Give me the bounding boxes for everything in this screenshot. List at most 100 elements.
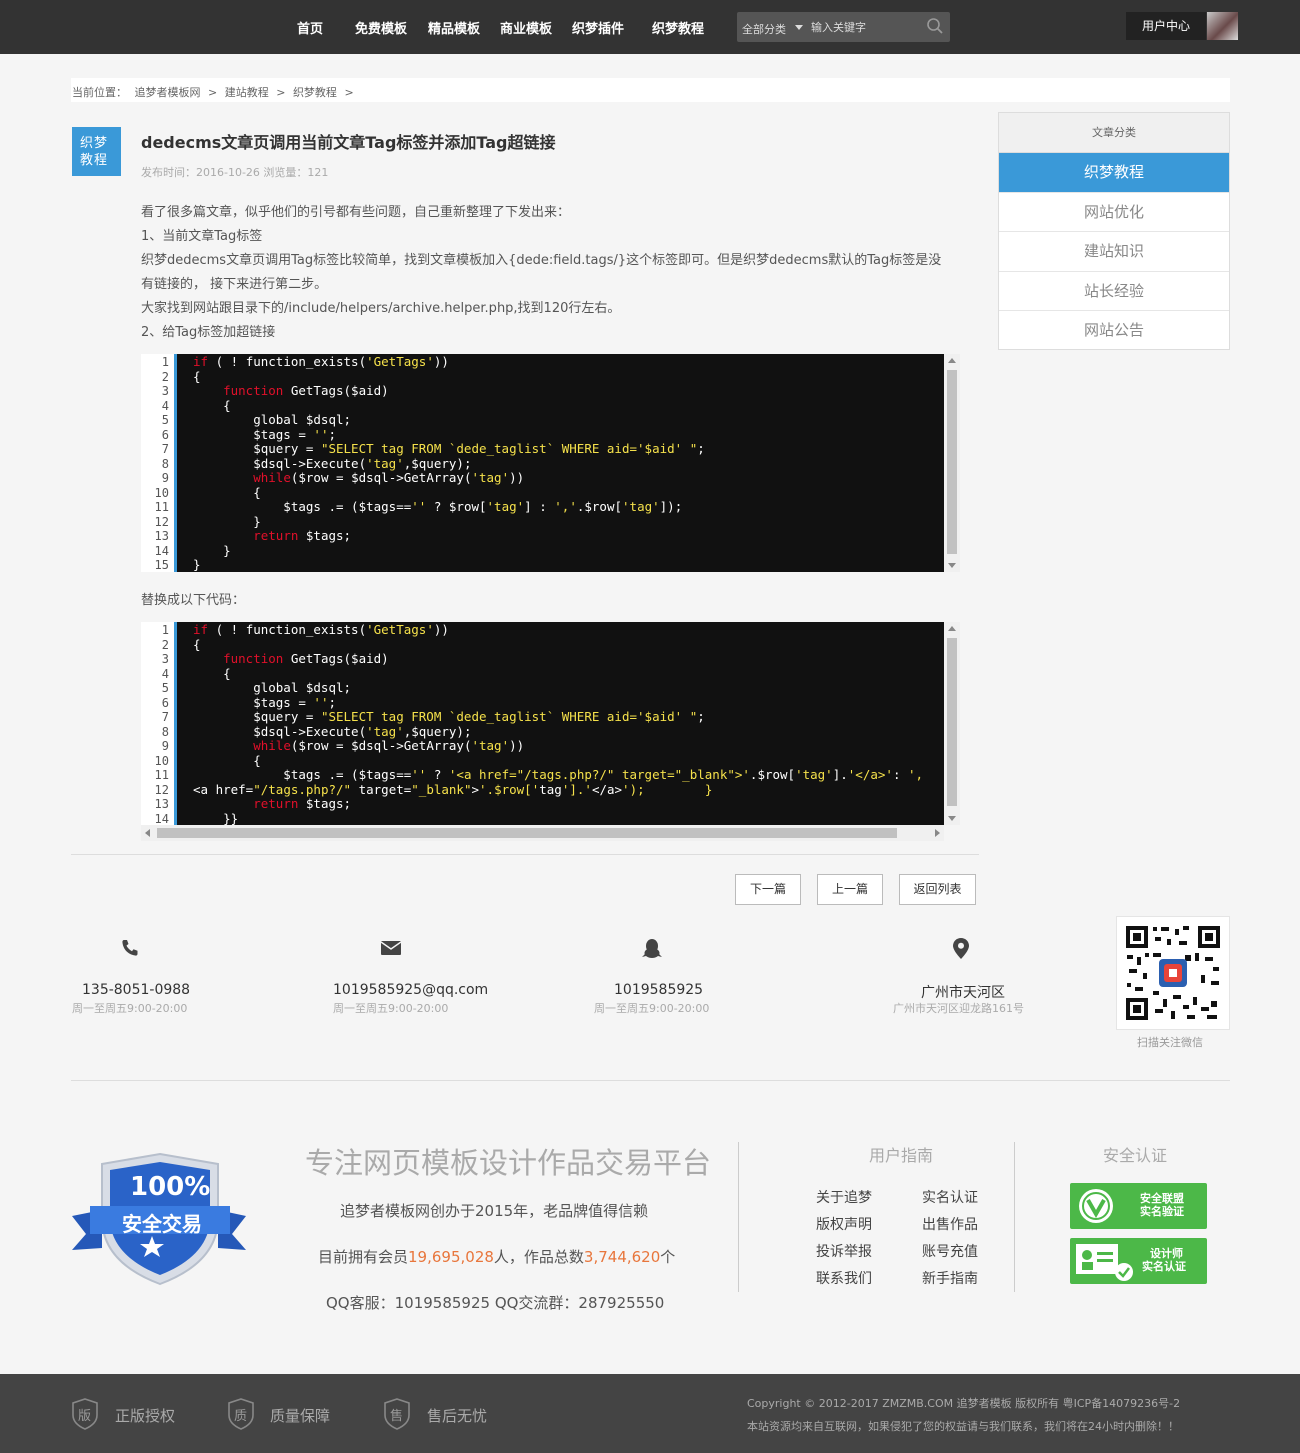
nav-tutorials[interactable]: 织梦教程 [652,18,704,37]
line-number: 9 [161,739,169,753]
line-number: 4 [161,398,169,413]
scroll-down-icon[interactable] [948,816,956,821]
breadcrumb-tutorials[interactable]: 建站教程 [225,86,269,99]
line-number: 12 [154,514,169,529]
quality-guarantee-icon: 质 [228,1398,254,1434]
nav-free-templates[interactable]: 免费模板 [355,18,407,37]
prev-article-button[interactable]: 上一篇 [817,874,883,905]
line-number: 15 [154,558,169,572]
code-line: $tags .= ($tags=='' ? '<a href="/tags.ph… [193,767,924,782]
sidebar-item-webmaster-experience[interactable]: 站长经验 [999,272,1229,311]
link-recharge[interactable]: 账号充值 [922,1241,978,1261]
next-article-button[interactable]: 下一篇 [735,874,801,905]
category-badge: 织梦 教程 [72,127,121,176]
code-line: global $dsql; [193,680,352,695]
article-paragraph: 1、当前文章Tag标签 [141,229,263,244]
search-category-select[interactable]: 全部分类 [742,21,786,37]
breadcrumb-home[interactable]: 追梦者模板网 [135,86,201,99]
copyright-text: Copyright © 2012-2017 ZMZMB.COM 追梦者模板 版权… [747,1397,1181,1410]
scroll-up-icon[interactable] [948,626,956,631]
scrollbar-thumb[interactable] [947,370,957,554]
line-number: 4 [161,666,169,681]
stats-text: 个 [660,1248,676,1266]
sidebar-item-seo[interactable]: 网站优化 [999,193,1229,232]
scroll-left-icon[interactable] [145,829,151,837]
code-line: return $tags; [253,528,352,543]
line-number: 5 [161,413,169,427]
user-guide-title: 用户指南 [869,1146,934,1165]
member-count: 19,695,028 [408,1248,494,1266]
link-about[interactable]: 关于追梦 [816,1187,872,1207]
scrollbar-thumb[interactable] [157,828,897,838]
link-copyright[interactable]: 版权声明 [816,1214,872,1234]
line-number: 9 [161,471,169,485]
line-number: 2 [161,637,169,652]
scroll-down-icon[interactable] [948,563,956,568]
article-paragraph: 有链接的， 接下来进行第二步。 [141,277,328,292]
nav-plugins[interactable]: 织梦插件 [572,18,624,37]
badge-percent: 100% [130,1172,211,1202]
security-alliance-badge[interactable]: 安全联盟 实名验证 [1070,1183,1207,1229]
search-icon[interactable] [926,17,944,39]
id-card-icon [1076,1244,1133,1281]
code-line: function GetTags($aid) [223,383,389,398]
line-number: 2 [161,369,169,384]
code-line: { [193,484,261,500]
horizontal-scrollbar[interactable] [141,825,944,841]
code-line: $tags = ''; [193,694,337,710]
breadcrumb-separator: > [276,86,286,99]
vertical-scrollbar[interactable] [944,622,960,825]
avatar[interactable] [1207,12,1238,40]
scroll-right-icon[interactable] [934,829,940,837]
line-number: 7 [161,442,169,456]
link-newbie[interactable]: 新手指南 [922,1268,978,1288]
back-to-list-button[interactable]: 返回列表 [899,874,976,905]
divider [71,1080,1230,1081]
line-number: 5 [161,681,169,695]
sidebar-item-site-knowledge[interactable]: 建站知识 [999,232,1229,272]
genuine-license-icon: 版 [72,1398,98,1434]
line-number: 12 [154,782,169,797]
nav-home[interactable]: 首页 [297,18,323,37]
scroll-up-icon[interactable] [948,358,956,363]
line-number: 11 [154,500,169,514]
breadcrumb-dede-tutorials[interactable]: 织梦教程 [293,86,337,99]
link-sell[interactable]: 出售作品 [922,1214,978,1234]
code-line: { [193,397,231,413]
search-bar: 全部分类 [737,12,950,42]
line-number: 8 [161,456,169,471]
code-line: } [193,513,261,529]
user-center-button[interactable]: 用户中心 [1126,12,1206,40]
code-line: { [193,752,261,768]
replace-code-text: 替换成以下代码： [141,593,246,608]
code-line: $query = "SELECT tag FROM `dede_taglist`… [193,709,705,724]
sidebar-item-announcements[interactable]: 网站公告 [999,311,1229,351]
scrollbar-thumb[interactable] [947,638,957,806]
nav-commercial-templates[interactable]: 商业模板 [500,18,552,37]
sidebar-title: 文章分类 [999,113,1229,153]
nav-premium-templates[interactable]: 精品模板 [428,18,480,37]
link-realname[interactable]: 实名认证 [922,1187,978,1207]
line-number-gutter: 1 2 3 4 5 6 7 8 9 10 11 12 13 14 [141,622,177,825]
sidebar-item-dede-tutorials[interactable]: 织梦教程 [999,153,1229,193]
code-line: } [193,557,201,572]
quality-guarantee-label: 质量保障 [270,1407,331,1425]
link-report[interactable]: 投诉举报 [816,1241,872,1261]
qr-caption: 扫描关注微信 [1137,1036,1203,1049]
chevron-down-icon[interactable] [795,25,803,30]
article-title: dedecms文章页调用当前文章Tag标签并添加Tag超链接 [141,133,556,152]
top-navbar: 首页 免费模板 精品模板 商业模板 织梦插件 织梦教程 全部分类 用户中心 [0,0,1300,54]
article-paragraph: 2、给Tag标签加超链接 [141,325,276,340]
link-contact[interactable]: 联系我们 [816,1268,872,1288]
line-number: 3 [161,384,169,398]
stats-text: 人，作品总数 [493,1248,584,1266]
search-input[interactable] [811,16,921,38]
line-number: 7 [161,710,169,724]
security-title: 安全认证 [1103,1146,1168,1165]
cert-text: 实名验证 [1140,1205,1184,1218]
vertical-scrollbar[interactable] [944,354,960,572]
designer-verified-badge[interactable]: 设计师 实名认证 [1070,1238,1207,1284]
line-number: 14 [154,811,169,826]
cert-text: 实名认证 [1142,1260,1186,1273]
footer-since: 追梦者模板网创办于2015年，老品牌值得信赖 [340,1202,649,1220]
